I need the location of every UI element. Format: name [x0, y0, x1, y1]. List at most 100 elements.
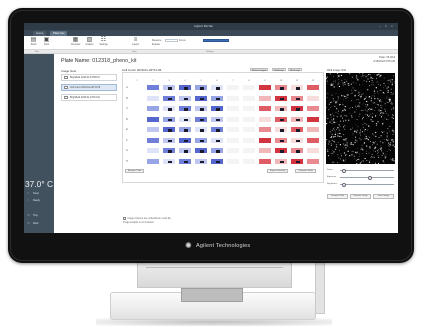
well-E6[interactable] — [210, 126, 224, 133]
well-H5[interactable] — [194, 157, 208, 165]
settings-button[interactable]: ☷ Settings — [98, 37, 109, 49]
well-E3[interactable] — [162, 126, 176, 133]
column-header[interactable]: 10 — [274, 80, 288, 83]
well-C8[interactable] — [242, 105, 256, 112]
well-E2[interactable] — [146, 126, 160, 133]
zoom-slider[interactable]: Zoom — [327, 168, 396, 173]
column-header[interactable]: 7 — [226, 80, 240, 83]
well-D7[interactable] — [226, 115, 240, 123]
plate-name-value[interactable]: 012318_pheno_kit — [92, 58, 136, 64]
row-header[interactable]: G — [125, 147, 129, 154]
analyze-plate-button[interactable]: Analyze Plate — [125, 169, 145, 173]
well-E5[interactable] — [194, 126, 208, 133]
group-select[interactable]: 96 Group — [288, 68, 302, 72]
well-F8[interactable] — [242, 136, 256, 144]
well-H3[interactable] — [162, 157, 176, 165]
well-E8[interactable] — [242, 126, 256, 133]
well-A10[interactable] — [274, 84, 288, 91]
row-header[interactable]: F — [125, 137, 129, 144]
analyze-button[interactable]: ▧ Analyze — [84, 37, 95, 49]
well-C5[interactable] — [194, 105, 208, 112]
well-G8[interactable] — [242, 147, 256, 154]
well-C4[interactable] — [178, 105, 192, 112]
column-header[interactable]: 1 — [130, 80, 144, 83]
column-header[interactable]: 11 — [290, 80, 304, 83]
well-G6[interactable] — [210, 147, 224, 154]
row-header[interactable]: D — [125, 116, 129, 123]
well-D2[interactable] — [146, 115, 160, 123]
well-A5[interactable] — [194, 84, 208, 91]
well-H12[interactable] — [306, 157, 320, 165]
well-E9[interactable] — [258, 126, 272, 133]
well-D5[interactable] — [194, 115, 208, 123]
well-F12[interactable] — [306, 136, 320, 144]
image-set-checkbox[interactable] — [64, 85, 68, 90]
show-images-toggle[interactable]: Show Images — [250, 68, 269, 72]
well-E12[interactable] — [306, 126, 320, 133]
well-B7[interactable] — [226, 94, 240, 102]
well-H11[interactable] — [290, 157, 304, 165]
well-D11[interactable] — [290, 115, 304, 123]
well-B12[interactable] — [306, 94, 320, 102]
well-H4[interactable] — [178, 157, 192, 165]
column-header[interactable]: 8 — [242, 80, 256, 83]
well-A12[interactable] — [306, 84, 320, 91]
column-header[interactable]: 9 — [258, 80, 272, 83]
well-F2[interactable] — [146, 136, 160, 144]
well-D8[interactable] — [242, 115, 256, 123]
well-D4[interactable] — [178, 115, 192, 123]
well-B9[interactable] — [258, 94, 272, 102]
remove-image-button[interactable]: Remove Image — [350, 194, 371, 199]
column-header[interactable]: 6 — [210, 80, 224, 83]
well-G11[interactable] — [290, 147, 304, 154]
well-B1[interactable] — [130, 94, 144, 102]
layout-button[interactable]: ≡ Layout — [130, 37, 141, 49]
well-F3[interactable] — [162, 136, 176, 144]
column-header[interactable]: 2 — [146, 80, 160, 83]
well-H9[interactable] — [258, 157, 272, 165]
status-dock[interactable]: ▭ Dock — [27, 222, 38, 226]
well-G2[interactable] — [146, 147, 160, 154]
well-F7[interactable] — [226, 136, 240, 144]
well-E7[interactable] — [226, 126, 240, 133]
well-C12[interactable] — [306, 105, 320, 112]
well-F1[interactable] — [130, 136, 144, 144]
well-B4[interactable] — [178, 94, 192, 102]
brightness-handle[interactable] — [341, 182, 346, 187]
well-F9[interactable] — [258, 136, 272, 144]
well-A3[interactable] — [162, 84, 176, 91]
row-header[interactable]: A — [125, 84, 129, 91]
well-C10[interactable] — [274, 105, 288, 112]
well-A9[interactable] — [258, 84, 272, 91]
well-B5[interactable] — [194, 94, 208, 102]
well-D1[interactable] — [130, 115, 144, 123]
image-set-item[interactable]: Brightfield 2018-01-23T14:02 — [61, 94, 117, 101]
brightness-slider[interactable]: Brightness — [327, 182, 396, 187]
row-header[interactable]: C — [125, 105, 129, 112]
image-set-checkbox[interactable] — [64, 95, 68, 100]
row-header[interactable]: B — [125, 95, 129, 102]
scan-button[interactable]: ▣ Scan — [41, 37, 52, 49]
status-tray[interactable]: ▭ Tray — [27, 214, 38, 218]
well-D6[interactable] — [210, 115, 224, 123]
well-D3[interactable] — [162, 115, 176, 123]
well-D9[interactable] — [258, 115, 272, 123]
maximize-button[interactable]: □ — [385, 24, 387, 28]
well-G1[interactable] — [130, 147, 144, 154]
well-E4[interactable] — [178, 126, 192, 133]
status-temp[interactable]: ○ Temp — [27, 192, 39, 196]
well-F11[interactable] — [290, 136, 304, 144]
well-F4[interactable] — [178, 136, 192, 144]
row-header[interactable]: H — [125, 158, 129, 165]
column-header[interactable]: 4 — [178, 80, 192, 83]
minimize-button[interactable]: – — [379, 24, 381, 28]
image-set-item-selected[interactable]: Cell Count 2018-01-23T11:06 — [61, 84, 117, 91]
well-E11[interactable] — [290, 126, 304, 133]
overview-button[interactable]: ▦ Overview — [70, 37, 81, 49]
well-C11[interactable] — [290, 105, 304, 112]
well-G9[interactable] — [258, 147, 272, 154]
well-G12[interactable] — [306, 147, 320, 154]
column-header[interactable]: 5 — [194, 80, 208, 83]
well-A2[interactable] — [146, 84, 160, 91]
well-D12[interactable] — [306, 115, 320, 123]
